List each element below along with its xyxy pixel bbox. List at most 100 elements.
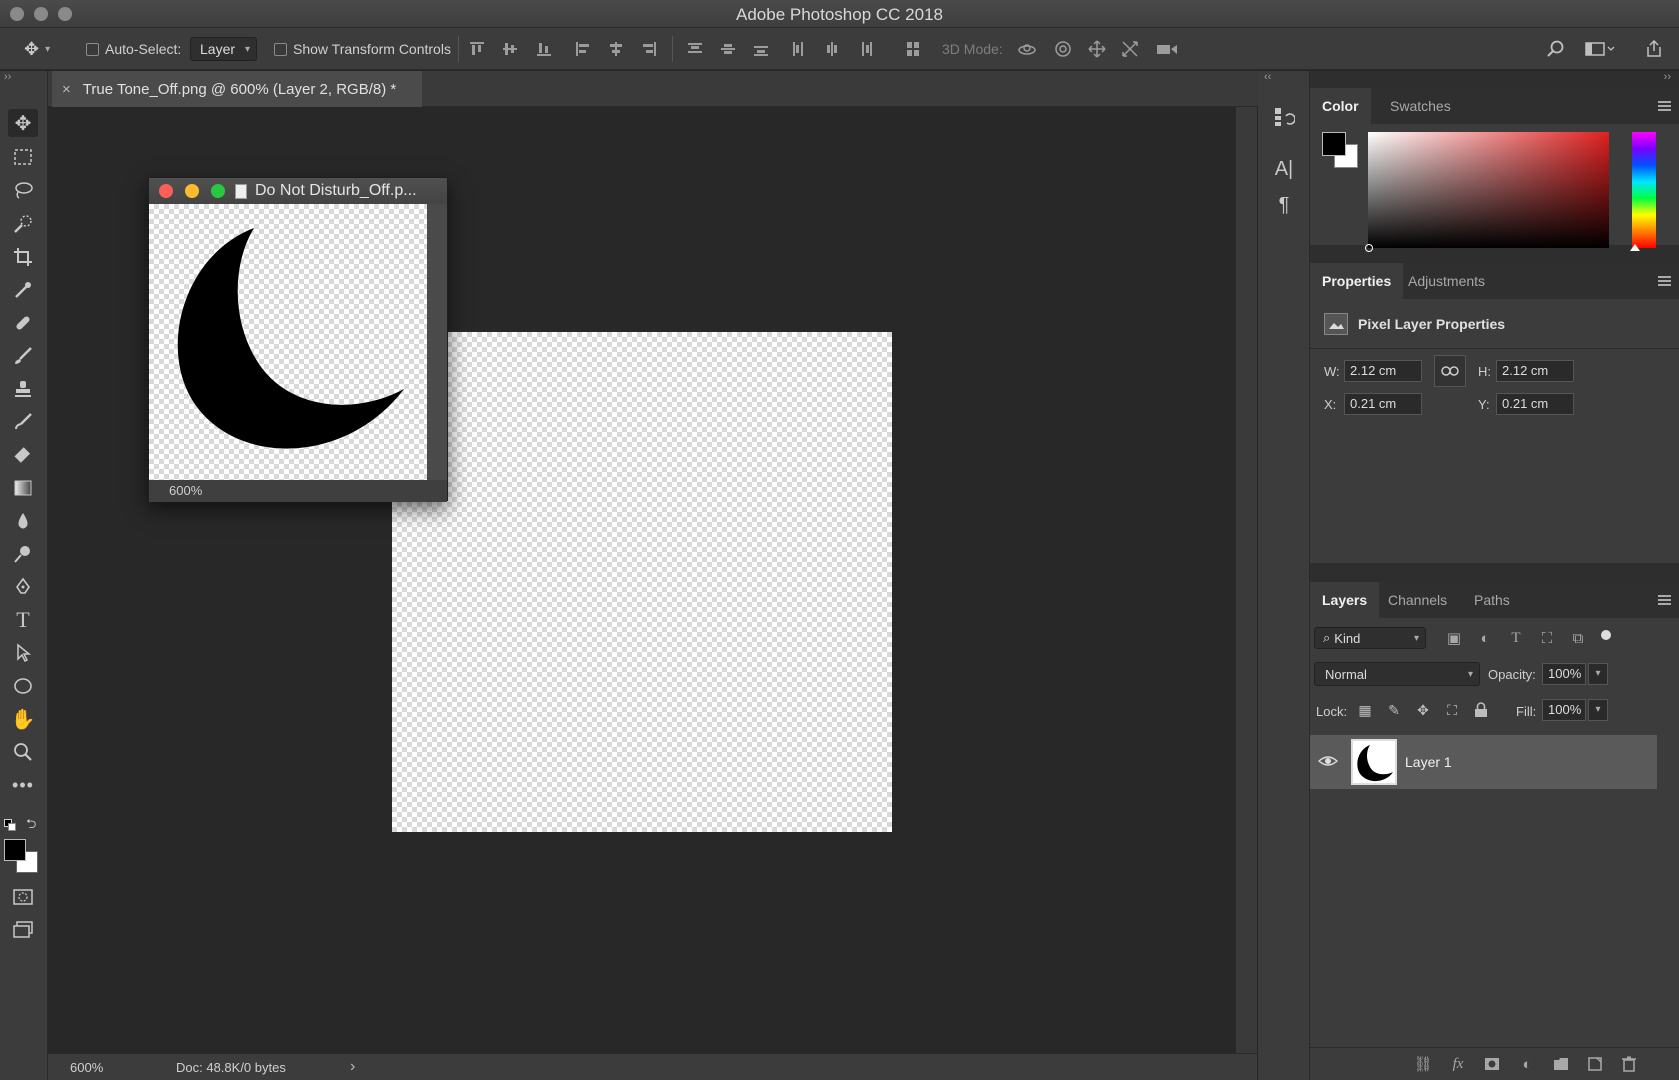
new-group-icon[interactable]: [1549, 1052, 1573, 1076]
distribute-bottom-edges-icon[interactable]: [752, 40, 770, 58]
tab-paths[interactable]: Paths: [1462, 582, 1522, 618]
move-tool-preset-button[interactable]: ✥ ▾: [24, 28, 50, 70]
align-vertical-centers-icon[interactable]: [501, 40, 519, 58]
layer-name[interactable]: Layer 1: [1405, 754, 1452, 770]
fill-field[interactable]: 100%: [1542, 699, 1586, 721]
align-right-edges-icon[interactable]: [640, 40, 658, 58]
hand-tool[interactable]: ✋: [8, 705, 38, 733]
filter-shape-icon[interactable]: ⛶: [1535, 626, 1559, 650]
auto-select-target-dropdown[interactable]: Layer ▾: [190, 37, 258, 61]
history-panel-icon[interactable]: [1270, 103, 1298, 131]
scale-3d-icon[interactable]: [1155, 40, 1179, 58]
filter-pixel-icon[interactable]: ▣: [1442, 626, 1466, 650]
color-spectrum-field[interactable]: [1365, 132, 1609, 252]
document-canvas[interactable]: [392, 332, 892, 832]
type-tool[interactable]: T: [8, 606, 38, 634]
tab-swatches[interactable]: Swatches: [1378, 88, 1463, 124]
hue-slider[interactable]: [1630, 132, 1656, 251]
vertical-scrollbar[interactable]: [1235, 107, 1257, 1053]
align-left-edges-icon[interactable]: [574, 40, 592, 58]
lock-artboard-icon[interactable]: ⛶: [1441, 699, 1463, 721]
new-layer-icon[interactable]: [1583, 1052, 1607, 1076]
floating-window-titlebar[interactable]: Do Not Disturb_Off.p...: [149, 178, 447, 204]
add-mask-icon[interactable]: [1480, 1052, 1504, 1076]
history-brush-tool[interactable]: [8, 408, 38, 436]
move-tool[interactable]: ✥: [8, 109, 38, 137]
width-field[interactable]: 2.12 cm: [1344, 360, 1422, 382]
lock-image-pixels-icon[interactable]: ✎: [1383, 699, 1405, 721]
distribute-left-edges-icon[interactable]: [790, 40, 808, 58]
lasso-tool[interactable]: [8, 176, 38, 204]
foreground-color-swatch[interactable]: [4, 839, 26, 861]
opacity-slider-toggle[interactable]: ▾: [1588, 663, 1608, 685]
lock-transparent-pixels-icon[interactable]: ▦: [1354, 699, 1376, 721]
swap-colors-icon[interactable]: ⮌: [26, 815, 36, 837]
opacity-field[interactable]: 100%: [1542, 663, 1586, 685]
status-menu-arrow-icon[interactable]: ›: [350, 1058, 355, 1076]
path-selection-tool[interactable]: [8, 639, 38, 667]
panel-menu-icon[interactable]: [1658, 595, 1671, 605]
roll-3d-icon[interactable]: [1054, 40, 1072, 58]
distribute-vertical-centers-icon[interactable]: [719, 40, 737, 58]
checkbox-box[interactable]: [274, 42, 287, 56]
filter-toggle-icon[interactable]: [1601, 630, 1611, 640]
link-dimensions-button[interactable]: [1434, 355, 1466, 387]
tab-color[interactable]: Color: [1310, 88, 1371, 124]
share-icon[interactable]: [1645, 40, 1663, 58]
collapse-tools-icon[interactable]: ››: [4, 71, 11, 83]
trash-icon[interactable]: [1617, 1052, 1641, 1076]
auto-align-layers-icon[interactable]: [904, 40, 922, 58]
clone-stamp-tool[interactable]: [8, 375, 38, 403]
paragraph-panel-icon[interactable]: ¶: [1270, 191, 1298, 219]
gradient-tool[interactable]: [8, 474, 38, 502]
floating-document-window[interactable]: Do Not Disturb_Off.p... 600%: [148, 177, 448, 502]
pan-3d-icon[interactable]: [1088, 40, 1106, 58]
default-colors-icon[interactable]: [4, 819, 16, 831]
tab-channels[interactable]: Channels: [1376, 582, 1459, 618]
blend-mode-dropdown[interactable]: Normal ▾: [1314, 662, 1480, 686]
minimize-window-button[interactable]: [185, 184, 199, 198]
fill-slider-toggle[interactable]: ▾: [1588, 699, 1608, 721]
document-tab[interactable]: × True Tone_Off.png @ 600% (Layer 2, RGB…: [52, 71, 422, 107]
distribute-horizontal-centers-icon[interactable]: [823, 40, 841, 58]
filter-smart-object-icon[interactable]: ⧉: [1566, 626, 1590, 650]
workspace-switcher-icon[interactable]: [1585, 40, 1615, 58]
zoom-tool[interactable]: [8, 738, 38, 766]
filter-type-icon[interactable]: T: [1504, 626, 1528, 650]
search-icon[interactable]: [1547, 40, 1565, 58]
zoom-window-button[interactable]: [211, 184, 225, 198]
filter-adjustment-icon[interactable]: ◐: [1473, 626, 1497, 650]
color-picker-handle[interactable]: [1365, 244, 1373, 252]
close-window-button[interactable]: [159, 184, 173, 198]
quick-mask-button[interactable]: [8, 883, 38, 911]
dodge-tool[interactable]: [8, 540, 38, 568]
fx-icon[interactable]: fx: [1446, 1052, 1470, 1076]
blur-tool[interactable]: [8, 507, 38, 535]
color-swatches[interactable]: [4, 839, 40, 875]
zoom-level[interactable]: 600%: [70, 1060, 103, 1075]
orbit-3d-icon[interactable]: [1018, 40, 1036, 58]
brush-tool[interactable]: [8, 342, 38, 370]
show-transform-controls-checkbox[interactable]: Show Transform Controls: [274, 28, 451, 70]
character-panel-icon[interactable]: A|: [1270, 155, 1298, 183]
floating-window-canvas[interactable]: [149, 204, 427, 480]
quick-selection-tool[interactable]: [8, 210, 38, 238]
lock-position-icon[interactable]: ✥: [1412, 699, 1434, 721]
tab-properties[interactable]: Properties: [1310, 263, 1404, 299]
expand-dock-icon[interactable]: ‹‹: [1264, 71, 1271, 83]
slide-3d-icon[interactable]: [1121, 40, 1139, 58]
tab-layers[interactable]: Layers: [1310, 582, 1380, 618]
ellipse-tool[interactable]: [8, 672, 38, 700]
crop-tool[interactable]: [8, 243, 38, 271]
lock-all-icon[interactable]: [1470, 699, 1492, 721]
new-adjustment-layer-icon[interactable]: ◐: [1515, 1052, 1539, 1076]
tab-adjustments[interactable]: Adjustments: [1396, 263, 1497, 299]
height-field[interactable]: 2.12 cm: [1496, 360, 1574, 382]
x-field[interactable]: 0.21 cm: [1344, 393, 1422, 415]
distribute-top-edges-icon[interactable]: [686, 40, 704, 58]
marquee-tool[interactable]: [8, 143, 38, 171]
align-bottom-edges-icon[interactable]: [535, 40, 553, 58]
eraser-tool[interactable]: [8, 441, 38, 469]
distribute-right-edges-icon[interactable]: [857, 40, 875, 58]
hue-slider-handle[interactable]: [1630, 244, 1640, 251]
